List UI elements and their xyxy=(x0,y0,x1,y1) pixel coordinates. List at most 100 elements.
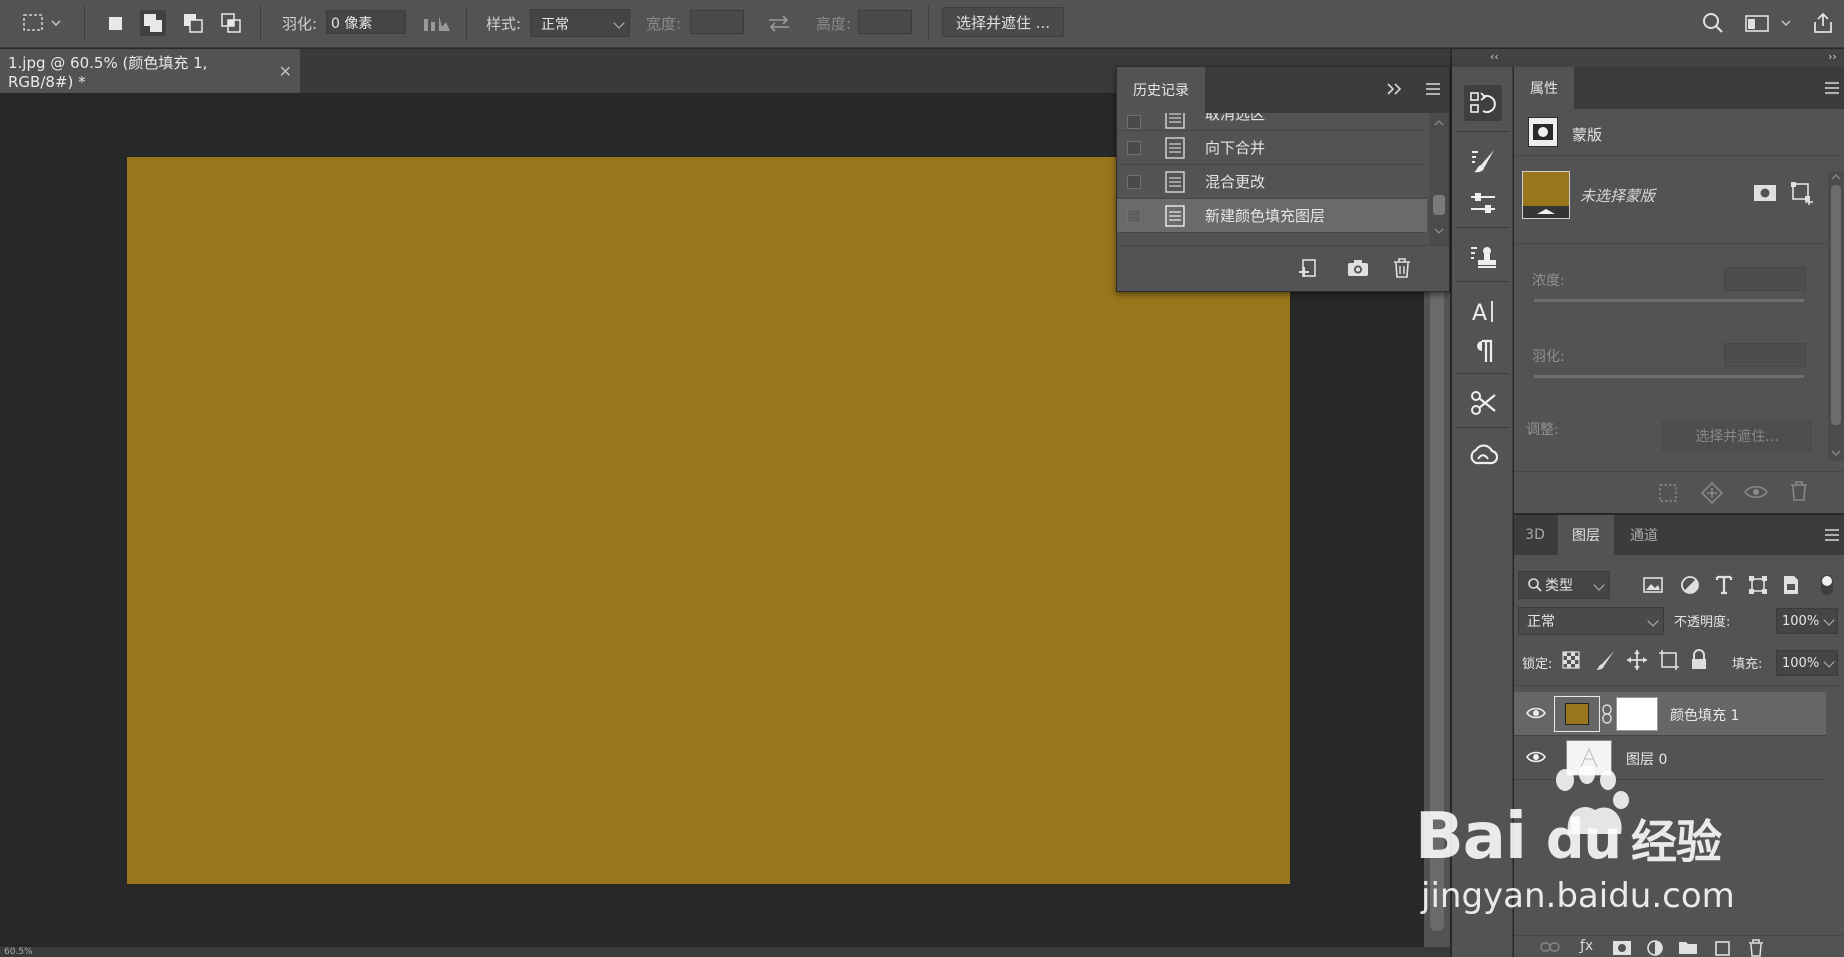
add-mask-icon[interactable] xyxy=(1612,940,1632,956)
paragraph-panel-icon[interactable] xyxy=(1464,333,1502,369)
panel-menu-icon[interactable] xyxy=(1425,82,1441,96)
collapse-left-icon[interactable]: ‹‹ xyxy=(1490,50,1499,63)
select-and-mask-button[interactable]: 选择并遮住 ... xyxy=(942,7,1064,37)
new-group-folder-icon[interactable] xyxy=(1678,939,1698,955)
tool-preset-chevron-icon[interactable] xyxy=(48,10,64,36)
clone-source-stamp-icon[interactable] xyxy=(1464,239,1502,275)
workspace-icon[interactable] xyxy=(1742,10,1772,36)
anti-alias-icon[interactable] xyxy=(422,10,452,36)
delete-icon[interactable] xyxy=(1393,258,1411,278)
fill-layer-thumbnail[interactable] xyxy=(1554,696,1600,732)
density-input[interactable] xyxy=(1724,267,1806,291)
panel-menu-icon[interactable] xyxy=(1824,528,1840,542)
subtract-from-selection-icon[interactable] xyxy=(180,10,206,36)
add-pixel-mask-icon[interactable] xyxy=(1752,183,1778,203)
width-input[interactable] xyxy=(690,10,744,34)
history-item-selected[interactable]: 新建颜色填充图层 xyxy=(1117,199,1427,233)
adjustment-sliders-icon[interactable] xyxy=(1464,185,1502,221)
new-adjustment-layer-icon[interactable] xyxy=(1646,939,1664,957)
layer-row-color-fill[interactable]: 颜色填充 1 xyxy=(1514,692,1826,736)
options-bar: 羽化: 0 像素 样式: 正常 宽度: 高度: 选择并遮住 ... xyxy=(0,0,1844,48)
character-panel-icon[interactable]: A xyxy=(1464,293,1502,329)
feather-slider[interactable] xyxy=(1534,375,1804,378)
history-item[interactable]: 取消选区 xyxy=(1117,113,1427,131)
filter-smart-objects-icon[interactable] xyxy=(1782,574,1800,596)
density-slider[interactable] xyxy=(1534,299,1804,302)
history-snapshot-checkbox[interactable] xyxy=(1127,208,1141,223)
tab-layers[interactable]: 图层 xyxy=(1558,515,1614,555)
properties-scrollbar[interactable] xyxy=(1828,171,1844,461)
layer-style-fx-icon[interactable]: ƒx xyxy=(1580,938,1593,954)
add-to-selection-icon[interactable] xyxy=(140,10,166,36)
collapse-right-icon[interactable]: ›› xyxy=(1828,50,1837,63)
opacity-label: 不透明度: xyxy=(1674,615,1731,630)
height-input[interactable] xyxy=(858,10,912,34)
lock-artboard-icon[interactable] xyxy=(1658,649,1680,671)
tab-history[interactable]: 历史记录 xyxy=(1117,67,1205,113)
filter-pixel-layers-icon[interactable] xyxy=(1642,575,1664,595)
brush-settings-icon[interactable] xyxy=(1464,143,1502,179)
layer-filter-kind-select[interactable]: 类型 xyxy=(1518,571,1610,599)
history-snapshot-checkbox[interactable] xyxy=(1127,115,1141,129)
intersect-selection-icon[interactable] xyxy=(218,10,244,36)
share-icon[interactable] xyxy=(1810,10,1836,36)
visibility-icon[interactable] xyxy=(1744,484,1768,500)
swap-width-height-icon[interactable] xyxy=(764,10,794,36)
lock-position-icon[interactable] xyxy=(1626,649,1648,671)
apply-mask-icon[interactable] xyxy=(1700,481,1724,505)
delete-layer-icon[interactable] xyxy=(1748,939,1764,957)
layer-name[interactable]: 颜色填充 1 xyxy=(1670,705,1739,725)
width-label: 宽度: xyxy=(646,15,682,33)
collapse-panel-icon[interactable] xyxy=(1385,81,1403,97)
layer-mask-link-icon[interactable] xyxy=(1602,704,1612,724)
document-tab[interactable]: 1.jpg @ 60.5% (颜色填充 1, RGB/8#) * ✕ xyxy=(0,49,300,93)
tool-presets-icon[interactable] xyxy=(1464,385,1502,421)
blend-mode-select[interactable]: 正常 xyxy=(1518,607,1664,635)
history-scrollbar[interactable] xyxy=(1429,113,1449,245)
feather-input[interactable]: 0 像素 xyxy=(326,10,406,34)
close-icon[interactable]: ✕ xyxy=(279,62,292,81)
add-vector-mask-icon[interactable] xyxy=(1790,181,1814,205)
libraries-cc-icon[interactable] xyxy=(1464,437,1502,473)
history-panel-icon[interactable] xyxy=(1464,85,1502,121)
new-document-from-state-icon[interactable] xyxy=(1297,258,1319,280)
camera-snapshot-icon[interactable] xyxy=(1347,258,1369,278)
divider xyxy=(1456,373,1509,374)
filter-shape-layers-icon[interactable] xyxy=(1748,575,1768,595)
history-item[interactable]: 向下合并 xyxy=(1117,131,1427,165)
lock-label: 锁定: xyxy=(1522,657,1553,672)
filter-toggle-switch[interactable] xyxy=(1816,573,1838,597)
search-icon[interactable] xyxy=(1700,10,1726,36)
history-panel-header: 历史记录 xyxy=(1117,67,1449,113)
link-layers-icon[interactable] xyxy=(1540,940,1560,954)
select-and-mask-button[interactable]: 选择并遮住... xyxy=(1662,421,1812,451)
tab-properties[interactable]: 属性 xyxy=(1514,67,1574,109)
feather-input[interactable] xyxy=(1724,343,1806,367)
layer-mask-thumbnail[interactable] xyxy=(1616,697,1658,731)
style-select[interactable]: 正常 xyxy=(530,9,630,37)
layer-visibility-eye-icon[interactable] xyxy=(1526,706,1546,720)
zoom-status[interactable]: 60.5% xyxy=(4,947,33,957)
workspace-chevron-icon[interactable] xyxy=(1778,10,1794,36)
lock-all-icon[interactable] xyxy=(1690,649,1708,671)
layer-visibility-eye-icon[interactable] xyxy=(1526,750,1546,764)
mask-thumbnail[interactable] xyxy=(1522,171,1570,219)
delete-mask-icon[interactable] xyxy=(1790,481,1808,501)
history-item[interactable]: 混合更改 xyxy=(1117,165,1427,199)
lock-transparent-pixels-icon[interactable] xyxy=(1562,651,1580,669)
load-selection-icon[interactable] xyxy=(1658,483,1678,503)
fill-input[interactable]: 100% xyxy=(1776,650,1838,676)
layers-footer: ƒx xyxy=(1514,935,1844,957)
filter-adjustment-layers-icon[interactable] xyxy=(1680,575,1700,595)
history-snapshot-checkbox[interactable] xyxy=(1127,140,1141,155)
filter-type-layers-icon[interactable] xyxy=(1714,573,1734,595)
rect-marquee-tool-icon[interactable] xyxy=(20,10,46,36)
panel-menu-icon[interactable] xyxy=(1824,81,1840,95)
tab-3d[interactable]: 3D xyxy=(1514,515,1556,555)
tab-channels[interactable]: 通道 xyxy=(1616,515,1672,555)
new-layer-icon[interactable] xyxy=(1714,939,1732,957)
history-snapshot-checkbox[interactable] xyxy=(1127,174,1141,189)
new-selection-icon[interactable] xyxy=(102,10,128,36)
lock-image-pixels-icon[interactable] xyxy=(1594,649,1616,671)
opacity-input[interactable]: 100% xyxy=(1776,608,1838,634)
